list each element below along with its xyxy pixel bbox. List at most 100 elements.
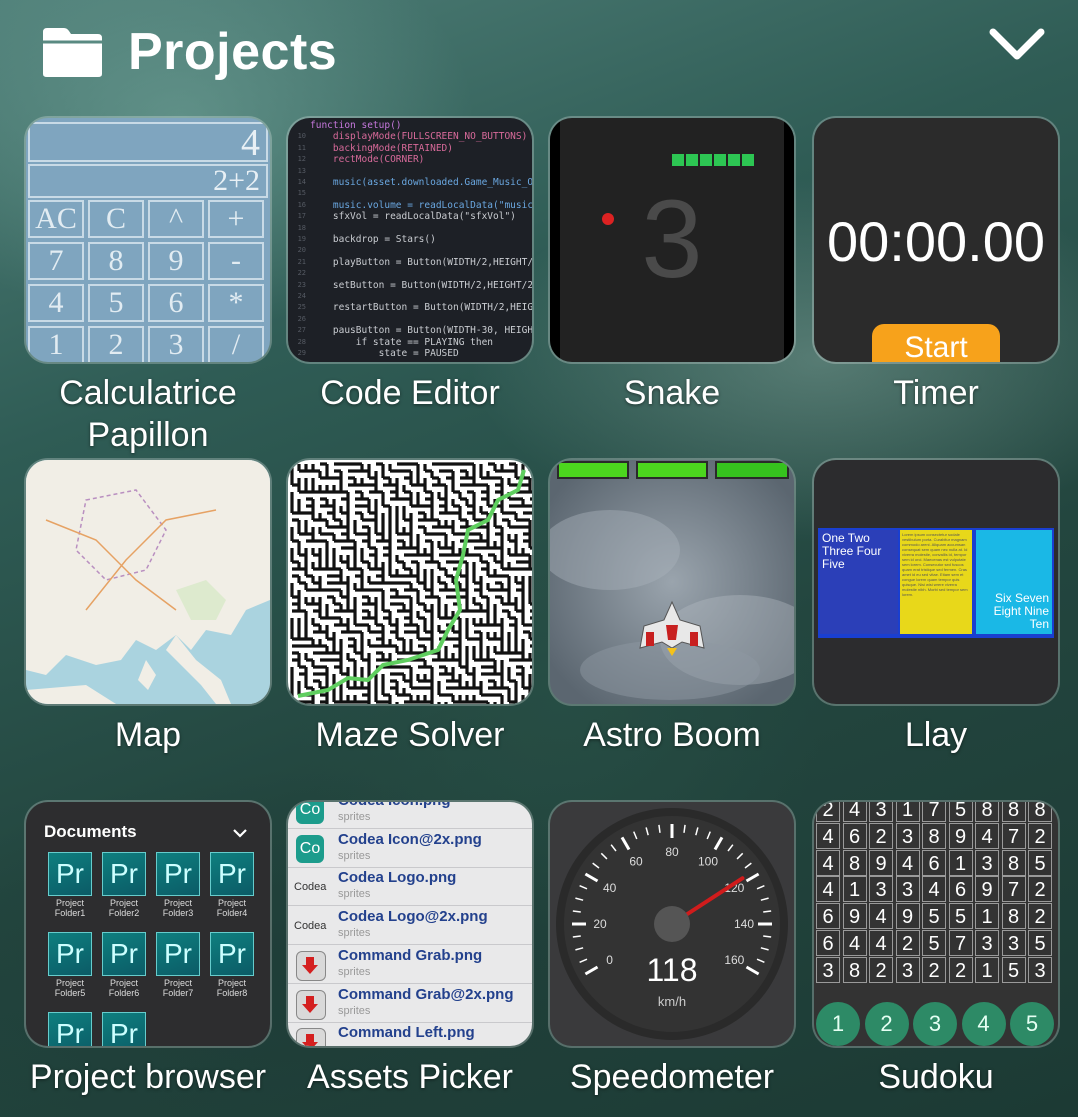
asset-folder: sprites <box>338 927 371 940</box>
sudoku-cell: 8 <box>1001 802 1026 822</box>
project-label: Snake <box>623 374 721 412</box>
sudoku-cell: 1 <box>895 802 920 822</box>
project-thumbnail-timer[interactable]: 00:00.00 Start <box>814 118 1058 362</box>
sudoku-cell: 4 <box>842 802 867 822</box>
project-thumbnail-maze-solver[interactable] <box>288 460 532 704</box>
sudoku-cell: 5 <box>922 930 946 956</box>
asset-folder: sprites <box>338 849 371 862</box>
project-label: Assets Picker <box>307 1058 513 1096</box>
sudoku-cell: 7 <box>922 802 946 822</box>
calc-key: 8 <box>88 242 144 280</box>
snake-segment <box>672 154 684 166</box>
pb-folder-item: Pr Project Folder8 <box>207 932 257 998</box>
sudoku-cell: 4 <box>816 876 840 903</box>
pb-folder-label: Project Folder4 <box>216 898 248 918</box>
project-label: Calculatrice Papillon <box>17 372 279 456</box>
calc-key: ^ <box>148 200 204 238</box>
pb-folder-label: Project Folder3 <box>162 898 194 918</box>
asset-row: Codea Codea Logo@2x.png sprites <box>288 906 532 946</box>
code-line-number: 14 <box>297 178 306 186</box>
sudoku-cell: 3 <box>895 956 920 983</box>
pb-folder-item: Pr <box>99 1012 149 1046</box>
code-line: rectMode(CORNER) <box>310 154 425 166</box>
pb-folder-item: Pr Project Folder1 <box>45 852 95 918</box>
sudoku-number-button: 5 <box>1010 1002 1054 1046</box>
sudoku-cell: 5 <box>922 903 946 930</box>
asset-name: Codea Logo.png <box>338 869 457 887</box>
pb-folder-item: Pr Project Folder5 <box>45 932 95 998</box>
project-label: Sudoku <box>878 1058 994 1096</box>
calc-key: 7 <box>28 242 84 280</box>
sudoku-cell: 1 <box>975 903 999 930</box>
project-thumbnail-project-browser[interactable]: Documents Pr Project Folder1 Pr Project Fol… <box>26 802 270 1046</box>
project-thumbnail-llay[interactable]: One Two Three Four Five Lorem ipsum cons… <box>814 460 1058 704</box>
astro-graphic <box>550 460 794 704</box>
sudoku-cell: 2 <box>895 930 920 956</box>
snake-segment <box>742 154 754 166</box>
project-folder-icon: Pr <box>48 1012 92 1046</box>
calc-key: + <box>208 200 264 238</box>
code-line-number: 27 <box>297 326 306 335</box>
timer-display: 00:00.00 <box>827 210 1045 273</box>
calc-key: 3 <box>148 326 204 362</box>
pb-folder-item: Pr Project Folder2 <box>99 852 149 918</box>
codea-icon: Co <box>296 834 324 863</box>
snake-segment <box>728 154 740 166</box>
asset-name: Command Left.png <box>338 1024 475 1042</box>
sudoku-cell: 2 <box>1028 903 1052 930</box>
sudoku-cell: 5 <box>948 802 973 822</box>
llay-box-1: One Two Three Four Five <box>820 530 898 634</box>
code-line-number: 25 <box>297 303 306 312</box>
project-thumbnail-astro-boom[interactable] <box>550 460 794 704</box>
sudoku-cell: 8 <box>842 956 867 983</box>
pb-folder-label: Project Folder7 <box>162 978 194 998</box>
sudoku-cell: 4 <box>975 822 999 849</box>
calc-key: 6 <box>148 284 204 322</box>
code-line-number: 28 <box>297 337 306 346</box>
chevron-down-icon[interactable] <box>988 26 1046 62</box>
code-line-number: 20 <box>297 246 306 255</box>
calc-key: 5 <box>88 284 144 322</box>
project-folder-icon: Pr <box>156 932 200 976</box>
gauge-label: 140 <box>734 917 754 931</box>
gauge-label: 0 <box>606 953 613 967</box>
project-label: Timer <box>893 374 979 412</box>
project-label: Speedometer <box>569 1058 775 1096</box>
sudoku-cell: 6 <box>948 876 973 903</box>
code-line: restartButton = Button(WIDTH/2,HEIGHT/2.… <box>332 302 532 314</box>
calc-display-expression: 2+2 <box>28 164 268 198</box>
project-thumbnail-code-editor[interactable]: function setup() 10 displayMode(FULLSCREE… <box>288 118 532 362</box>
sudoku-cell: 4 <box>816 849 840 876</box>
sudoku-cell: 8 <box>922 822 946 849</box>
project-thumbnail-calculatrice[interactable]: 4 2+2 AC C ^ +7 8 9-4 5 6 * 1 2 3/ <box>26 118 270 362</box>
sudoku-cell: 8 <box>975 802 999 822</box>
sudoku-cell: 3 <box>975 849 999 876</box>
sudoku-cell: 2 <box>869 822 893 849</box>
project-thumbnail-assets-picker[interactable]: Co Codea Icon.png sprites Co Codea Icon@2x.p… <box>288 802 532 1046</box>
gauge-tick <box>683 824 686 833</box>
calc-display-result: 4 <box>28 122 268 162</box>
code-line: pausButton = Button(WIDTH-30, HEIGHT-30,… <box>332 325 532 337</box>
sudoku-cell: 8 <box>842 849 867 876</box>
pb-folder-item: Pr <box>45 1012 95 1046</box>
sudoku-cell: 3 <box>816 956 840 983</box>
project-thumbnail-map[interactable] <box>26 460 270 704</box>
sudoku-cell: 6 <box>922 849 946 876</box>
llay-box-2: Lorem ipsum consectetur sodale vestibulu… <box>900 530 972 634</box>
sudoku-cell: 2 <box>922 956 946 983</box>
codea-icon: Co <box>296 802 324 824</box>
pb-folder-item: Pr Project Folder4 <box>207 852 257 918</box>
calc-key: 2 <box>88 326 144 362</box>
calc-key: - <box>208 242 264 280</box>
project-folder-icon: Pr <box>102 932 146 976</box>
sudoku-cell: 7 <box>948 930 973 956</box>
pb-folder-label: Project Folder5 <box>54 978 86 998</box>
gauge-tick <box>763 935 772 938</box>
project-thumbnail-snake[interactable]: 3 <box>550 118 794 362</box>
project-thumbnail-speedometer[interactable]: 0 20 40 60 80 100 120 140 160 118 km/h <box>550 802 794 1046</box>
sudoku-cell: 1 <box>975 956 999 983</box>
sudoku-cell: 9 <box>869 849 893 876</box>
project-thumbnail-sudoku[interactable]: 2431758884623894724894613854133469726949… <box>814 802 1058 1046</box>
code-line-number: 18 <box>297 223 306 232</box>
gauge-label: 100 <box>698 855 718 869</box>
